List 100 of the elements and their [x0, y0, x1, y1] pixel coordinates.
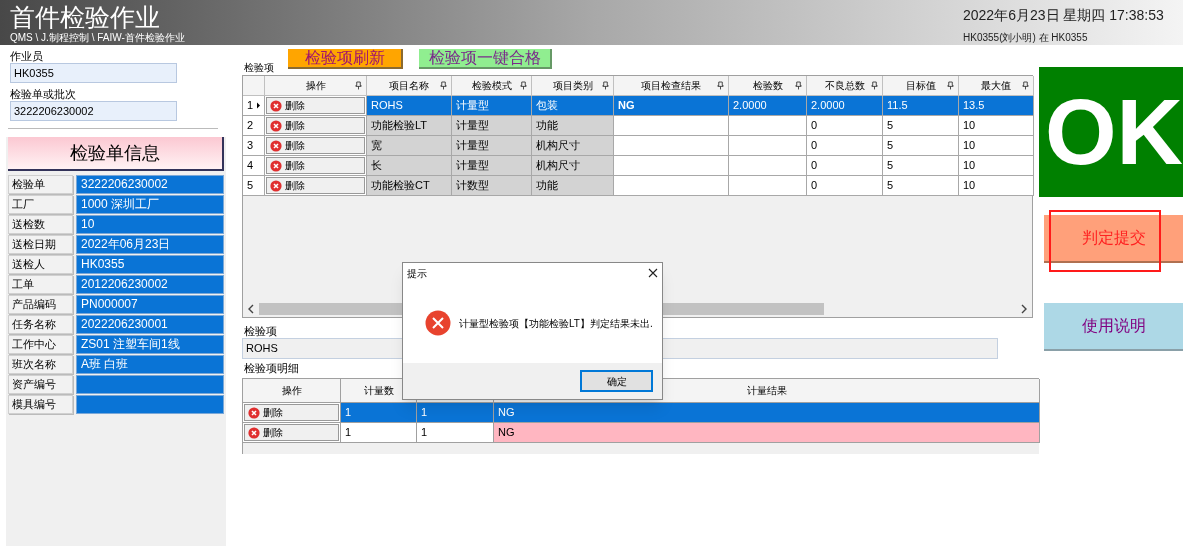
dialog-message: 计量型检验项【功能检验LT】判定结果未出.	[459, 316, 653, 331]
info-value: 10	[76, 215, 224, 234]
delete-button[interactable]: 删除	[266, 177, 365, 194]
info-label: 模具编号	[8, 395, 73, 414]
info-label: 送检日期	[8, 235, 73, 254]
table-cell: 5	[883, 176, 959, 196]
table-cell: 13.5	[959, 96, 1034, 116]
column-header[interactable]: 操作	[281, 383, 302, 398]
delete-button[interactable]: 删除	[266, 137, 365, 154]
row-number: 1	[247, 98, 254, 113]
table-cell: NG	[614, 96, 729, 116]
pin-icon[interactable]	[1022, 81, 1029, 90]
info-label: 班次名称	[8, 355, 73, 374]
table-cell: 1	[341, 403, 417, 423]
info-value: ZS01 注塑车间1线	[76, 335, 224, 354]
operator-field[interactable]: HK0355	[10, 63, 177, 83]
info-label: 资产编号	[8, 375, 73, 394]
table-cell: 10	[959, 176, 1034, 196]
table-cell: 计量型	[452, 156, 532, 176]
row-number: 2	[247, 118, 254, 133]
column-header[interactable]: 操作	[305, 78, 326, 93]
batch-field[interactable]: 3222206230002	[10, 101, 177, 121]
table-cell: 0	[807, 116, 883, 136]
table-cell: 10	[959, 116, 1034, 136]
help-button[interactable]: 使用说明	[1044, 303, 1183, 351]
user-text: HK0355(刘小明) 在 HK0355	[963, 31, 1089, 45]
delete-icon	[248, 426, 260, 439]
table-cell: 1	[417, 403, 494, 423]
table-cell: 0	[807, 156, 883, 176]
panel-header: 检验单信息	[8, 137, 224, 171]
table-cell: 5	[883, 136, 959, 156]
verdict-indicator: OK	[1039, 67, 1183, 197]
table-cell: 包装	[532, 96, 614, 116]
field-label: 作业员	[10, 49, 44, 63]
delete-icon	[270, 179, 282, 192]
info-label: 送检数	[8, 215, 73, 234]
pin-icon[interactable]	[520, 81, 527, 90]
info-value: 2012206230002	[76, 275, 224, 294]
pin-icon[interactable]	[355, 81, 362, 90]
table-cell: 0	[807, 176, 883, 196]
pass-all-button[interactable]: 检验项一键合格	[419, 49, 552, 69]
info-label: 送检人	[8, 255, 73, 274]
error-icon	[425, 310, 451, 336]
row-number: 3	[247, 138, 254, 153]
table-cell: 1	[417, 423, 494, 443]
table-cell: 2.0000	[729, 96, 807, 116]
field-label: 检验项	[244, 324, 277, 338]
column-header[interactable]: 计量结果	[746, 383, 787, 398]
table-cell: 1	[341, 423, 417, 443]
info-label: 工厂	[8, 195, 73, 214]
table-cell: 11.5	[883, 96, 959, 116]
delete-icon	[248, 406, 260, 419]
info-label: 检验单	[8, 175, 73, 194]
table-cell: 功能检验LT	[367, 116, 452, 136]
delete-icon	[270, 159, 282, 172]
table-cell: 计量型	[452, 136, 532, 156]
row-number: 4	[247, 158, 254, 173]
table-cell: 计量型	[452, 116, 532, 136]
delete-icon	[270, 99, 282, 112]
refresh-button[interactable]: 检验项刷新	[288, 49, 403, 69]
table-cell: 功能	[532, 176, 614, 196]
table-cell: 0	[807, 136, 883, 156]
pin-icon[interactable]	[795, 81, 802, 90]
info-label: 工单	[8, 275, 73, 294]
field-label: 检验单或批次	[10, 87, 77, 101]
pin-icon[interactable]	[602, 81, 609, 90]
dialog-title: 提示	[407, 266, 427, 281]
table-cell: NG	[494, 423, 1040, 443]
info-label: 工作中心	[8, 335, 73, 354]
info-value: 2022206230001	[76, 315, 224, 334]
table-cell: 5	[883, 156, 959, 176]
delete-button[interactable]: 删除	[266, 117, 365, 134]
info-value: 2022年06月23日	[76, 235, 224, 254]
pin-icon[interactable]	[717, 81, 724, 90]
table-cell: 机构尺寸	[532, 156, 614, 176]
delete-button[interactable]: 删除	[266, 97, 365, 114]
info-value: 1000 深圳工厂	[76, 195, 224, 214]
delete-button[interactable]: 删除	[244, 424, 339, 441]
table-cell: 5	[883, 116, 959, 136]
section-label: 检验项明细	[244, 361, 299, 376]
delete-button[interactable]: 删除	[266, 157, 365, 174]
pin-icon[interactable]	[947, 81, 954, 90]
delete-button[interactable]: 删除	[244, 404, 339, 421]
datetime-text: 2022年6月23日 星期四 17:38:53	[963, 6, 1165, 25]
pin-icon[interactable]	[871, 81, 878, 90]
pin-icon[interactable]	[440, 81, 447, 90]
close-icon[interactable]	[648, 268, 658, 278]
table-cell: 10	[959, 156, 1034, 176]
section-label: 检验项	[243, 61, 274, 75]
ok-button[interactable]: 确定	[580, 370, 653, 392]
table-cell: 机构尺寸	[532, 136, 614, 156]
info-value: PN000007	[76, 295, 224, 314]
table-cell: 2.0000	[807, 96, 883, 116]
table-cell: 计量型	[452, 96, 532, 116]
delete-icon	[270, 119, 282, 132]
app-title: 首件检验作业	[10, 3, 161, 31]
info-label: 任务名称	[8, 315, 73, 334]
info-value: A班 白班	[76, 355, 224, 374]
table-cell: 长	[367, 156, 452, 176]
info-value: HK0355	[76, 255, 224, 274]
